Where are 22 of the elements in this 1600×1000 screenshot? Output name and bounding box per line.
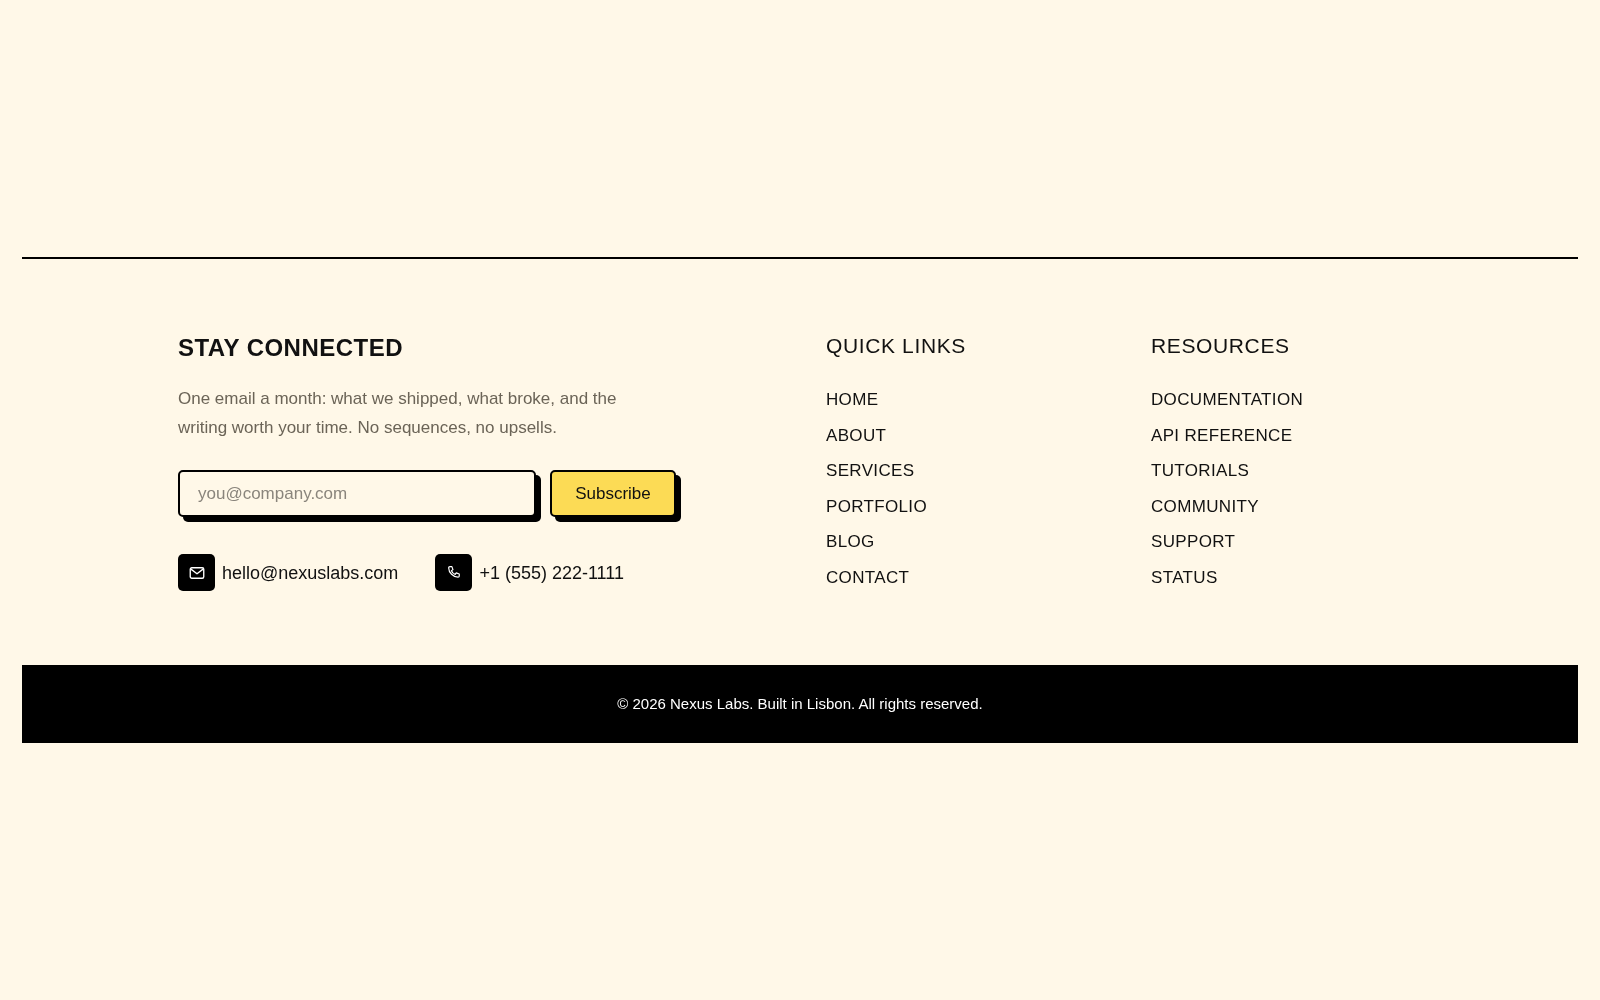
footer-link[interactable]: SERVICES [826,459,915,483]
copyright-text: © 2026 Nexus Labs. Built in Lisbon. All rights reserved. [617,694,983,714]
column-heading: RESOURCES [1151,333,1291,359]
footer-link[interactable]: API REFERENCE [1151,423,1293,448]
footer-link[interactable]: CONTACT [826,565,910,590]
mail-icon [178,554,215,591]
footer-link[interactable]: COMMUNITY [1151,494,1259,519]
email-address: hello@nexuslabs.com [222,561,399,585]
footer-link[interactable]: SUPPORT [1151,530,1236,554]
phone-number: +1 (555) 222-1111 [479,561,624,585]
footer-link[interactable]: ABOUT [826,423,887,448]
footer-link[interactable]: DOCUMENTATION [1151,388,1304,412]
newsletter-description: One email a month: what we shipped, what broke, and the writing worth your time. No sequences, no upsells. [178,388,618,439]
section-heading: STAY CONNECTED [178,333,404,363]
footer-link[interactable]: BLOG [826,530,875,554]
email-field[interactable]: you@company.com [178,470,536,517]
footer-link[interactable]: STATUS [1151,565,1218,590]
phone-icon [435,554,473,591]
footer-link[interactable]: PORTFOLIO [826,494,927,519]
footer-link[interactable]: TUTORIALS [1151,459,1250,483]
column-heading: QUICK LINKS [826,333,967,359]
footer-link[interactable]: HOME [826,388,879,412]
